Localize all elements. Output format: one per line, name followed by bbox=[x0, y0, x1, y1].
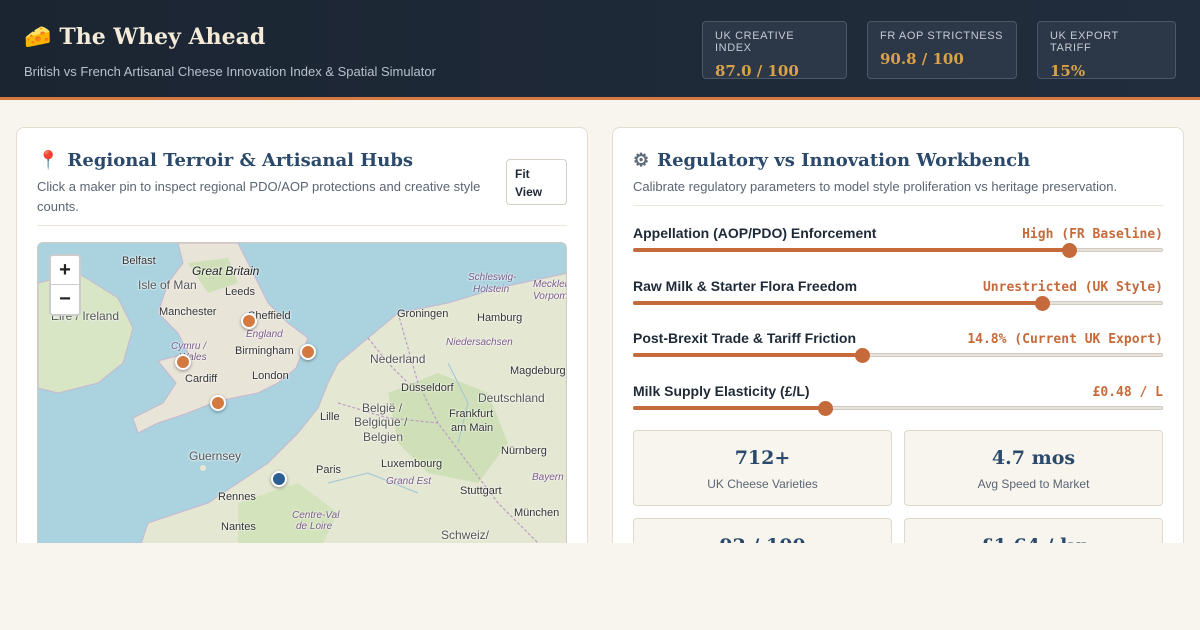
app-header: 🧀 The Whey Ahead British vs French Artis… bbox=[0, 0, 1200, 100]
metric-card-speed-to-market: 4.7 mos Avg Speed to Market bbox=[904, 430, 1163, 506]
maker-pin-uk[interactable] bbox=[300, 344, 316, 360]
zoom-out-button[interactable]: − bbox=[51, 285, 79, 314]
maker-pin-uk[interactable] bbox=[175, 354, 191, 370]
fit-view-button[interactable]: Fit View bbox=[506, 159, 567, 205]
zoom-in-button[interactable]: + bbox=[51, 256, 79, 285]
slider-label: Milk Supply Elasticity (£/L) bbox=[633, 383, 810, 399]
metric-value: 712+ bbox=[734, 447, 791, 469]
viewport-mask bbox=[0, 543, 1200, 630]
metric-label: Avg Speed to Market bbox=[977, 477, 1090, 491]
workbench-description: Calibrate regulatory parameters to model… bbox=[633, 179, 1118, 194]
map-pin-icon: 📍 bbox=[37, 150, 60, 171]
stat-label: FR AOP STRICTNESS bbox=[880, 30, 1004, 42]
slider-fill bbox=[633, 301, 1042, 305]
slider-thumb[interactable] bbox=[1035, 296, 1051, 311]
gear-icon: ⚙ bbox=[633, 150, 650, 171]
slider-thumb[interactable] bbox=[854, 348, 870, 363]
terroir-map[interactable]: Belfast Great Britain Isle of Man Leeds … bbox=[37, 242, 567, 552]
slider-thumb[interactable] bbox=[817, 401, 833, 416]
slider-label: Raw Milk & Starter Flora Freedom bbox=[633, 278, 858, 294]
stat-value: 90.8 / 100 bbox=[880, 50, 964, 68]
workbench-title: Regulatory vs Innovation Workbench bbox=[657, 150, 1031, 171]
brand: 🧀 The Whey Ahead British vs French Artis… bbox=[24, 24, 436, 79]
slider-track[interactable] bbox=[633, 348, 1163, 363]
slider-raw-milk-freedom: Raw Milk & Starter Flora Freedom Unrestr… bbox=[633, 278, 1163, 318]
slider-value: High (FR Baseline) bbox=[1022, 227, 1163, 242]
slider-track[interactable] bbox=[633, 401, 1163, 416]
maker-pin-uk[interactable] bbox=[210, 395, 226, 411]
stat-label: UK EXPORT TARIFF bbox=[1050, 30, 1119, 54]
slider-track[interactable] bbox=[633, 296, 1163, 311]
stat-card-uk-export-tariff: UK EXPORT TARIFF 15% bbox=[1037, 21, 1176, 80]
slider-label: Post-Brexit Trade & Tariff Friction bbox=[633, 330, 856, 346]
divider bbox=[37, 225, 567, 226]
map-panel-title: Regional Terroir & Artisanal Hubs bbox=[67, 150, 414, 171]
map-panel-description: Click a maker pin to inspect regional PD… bbox=[37, 179, 481, 214]
cheese-icon: 🧀 bbox=[24, 24, 52, 50]
maker-pin-uk[interactable] bbox=[241, 313, 257, 329]
app-title: The Whey Ahead bbox=[59, 24, 266, 50]
slider-fill bbox=[633, 406, 824, 410]
metric-value: 4.7 mos bbox=[991, 447, 1076, 469]
metric-label: UK Cheese Varieties bbox=[707, 477, 818, 491]
slider-track[interactable] bbox=[633, 243, 1163, 258]
slider-aop-enforcement: Appellation (AOP/PDO) Enforcement High (… bbox=[633, 225, 1163, 265]
slider-fill bbox=[633, 248, 1068, 252]
metric-card-uk-varieties: 712+ UK Cheese Varieties bbox=[633, 430, 892, 506]
slider-milk-supply: Milk Supply Elasticity (£/L) £0.48 / L bbox=[633, 383, 1163, 423]
slider-value: 14.8% (Current UK Export) bbox=[967, 332, 1163, 347]
slider-label: Appellation (AOP/PDO) Enforcement bbox=[633, 225, 877, 241]
slider-fill bbox=[633, 353, 861, 357]
stat-value: 15% bbox=[1050, 62, 1086, 80]
slider-thumb[interactable] bbox=[1061, 243, 1077, 258]
stat-card-fr-aop-strictness: FR AOP STRICTNESS 90.8 / 100 bbox=[867, 21, 1017, 79]
slider-value: £0.48 / L bbox=[1092, 385, 1163, 400]
stat-value: 87.0 / 100 bbox=[715, 62, 799, 80]
slider-value: Unrestricted (UK Style) bbox=[982, 280, 1163, 295]
stat-label: UK CREATIVE INDEX bbox=[715, 30, 795, 54]
app-subtitle: British vs French Artisanal Cheese Innov… bbox=[24, 64, 436, 79]
divider bbox=[633, 205, 1163, 206]
maker-pin-fr[interactable] bbox=[271, 471, 287, 487]
zoom-control: + − bbox=[49, 254, 81, 316]
stat-card-uk-creative-index: UK CREATIVE INDEX 87.0 / 100 bbox=[702, 21, 847, 80]
slider-trade-friction: Post-Brexit Trade & Tariff Friction 14.8… bbox=[633, 330, 1163, 370]
